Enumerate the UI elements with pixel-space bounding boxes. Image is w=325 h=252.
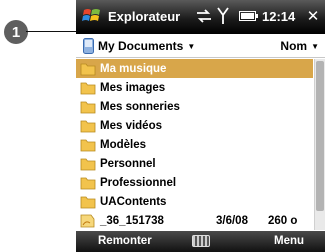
app-title: Explorateur: [108, 9, 181, 24]
callout-number-badge: 1: [4, 20, 28, 44]
battery-icon[interactable]: [239, 11, 258, 21]
folder-icon: [80, 101, 96, 113]
list-item-label: Personnel: [100, 157, 156, 170]
clock[interactable]: 12:14: [262, 9, 295, 24]
chevron-down-icon: ▼: [187, 41, 196, 51]
list-item-size: 260 o: [268, 214, 298, 227]
list-item-label: Mes vidéos: [100, 119, 162, 132]
folder-icon: [80, 158, 96, 170]
list-item[interactable]: Modèles: [76, 135, 313, 154]
device-storage-icon: [83, 38, 94, 54]
signal-strength-icon[interactable]: [217, 7, 229, 25]
sort-dropdown-label: Nom: [280, 39, 308, 53]
softkey-bar: Remonter Menu: [76, 231, 325, 252]
softkey-left-button[interactable]: Remonter: [98, 235, 152, 247]
title-bar: Explorateur 12:14 ✕: [76, 0, 325, 34]
start-menu-icon[interactable]: [82, 6, 102, 26]
list-item-date: 3/6/08: [216, 214, 248, 227]
list-item[interactable]: Mes sonneries: [76, 97, 313, 116]
list-item-label: Ma musique: [100, 62, 167, 75]
folder-dropdown-label: My Documents: [98, 39, 184, 53]
folder-icon: [80, 63, 96, 75]
list-item-label: Mes sonneries: [100, 100, 180, 113]
list-item[interactable]: Personnel: [76, 154, 313, 173]
list-item-label: UAContents: [100, 195, 167, 208]
softkey-menu-button[interactable]: Menu: [274, 235, 304, 247]
folder-icon: [80, 196, 96, 208]
close-button[interactable]: ✕: [304, 7, 322, 25]
list-item-label: _36_151738: [100, 214, 164, 227]
keyboard-icon[interactable]: [192, 235, 210, 247]
folder-icon: [80, 139, 96, 151]
chevron-down-icon: ▼: [311, 41, 319, 51]
list-item-label: Mes images: [100, 81, 166, 94]
folder-icon: [80, 120, 96, 132]
sort-dropdown[interactable]: Nom ▼: [280, 39, 319, 53]
list-item[interactable]: UAContents: [76, 192, 313, 211]
folder-dropdown[interactable]: My Documents ▼: [98, 39, 195, 53]
sync-icon[interactable]: [196, 9, 212, 23]
list-item[interactable]: Mes vidéos: [76, 116, 313, 135]
folder-icon: [80, 82, 96, 94]
list-item-label: Professionnel: [100, 176, 177, 189]
list-item[interactable]: Ma musique: [76, 59, 313, 78]
folder-header: My Documents ▼ Nom ▼: [76, 34, 325, 58]
folder-icon: [80, 177, 96, 189]
list-item[interactable]: _36_151738 3/6/08 260 o: [76, 211, 313, 230]
list-item[interactable]: Professionnel: [76, 173, 313, 192]
device-screen: Explorateur 12:14 ✕ My Documents ▼ Nom ▼: [76, 0, 325, 252]
list-item-label: Modèles: [100, 138, 147, 151]
file-icon: [80, 214, 95, 227]
list-item[interactable]: Mes images: [76, 78, 313, 97]
vertical-scrollbar[interactable]: [314, 59, 325, 230]
scrollbar-thumb[interactable]: [316, 61, 324, 211]
file-list: Ma musique Mes images Mes sonneries Mes …: [76, 59, 313, 230]
